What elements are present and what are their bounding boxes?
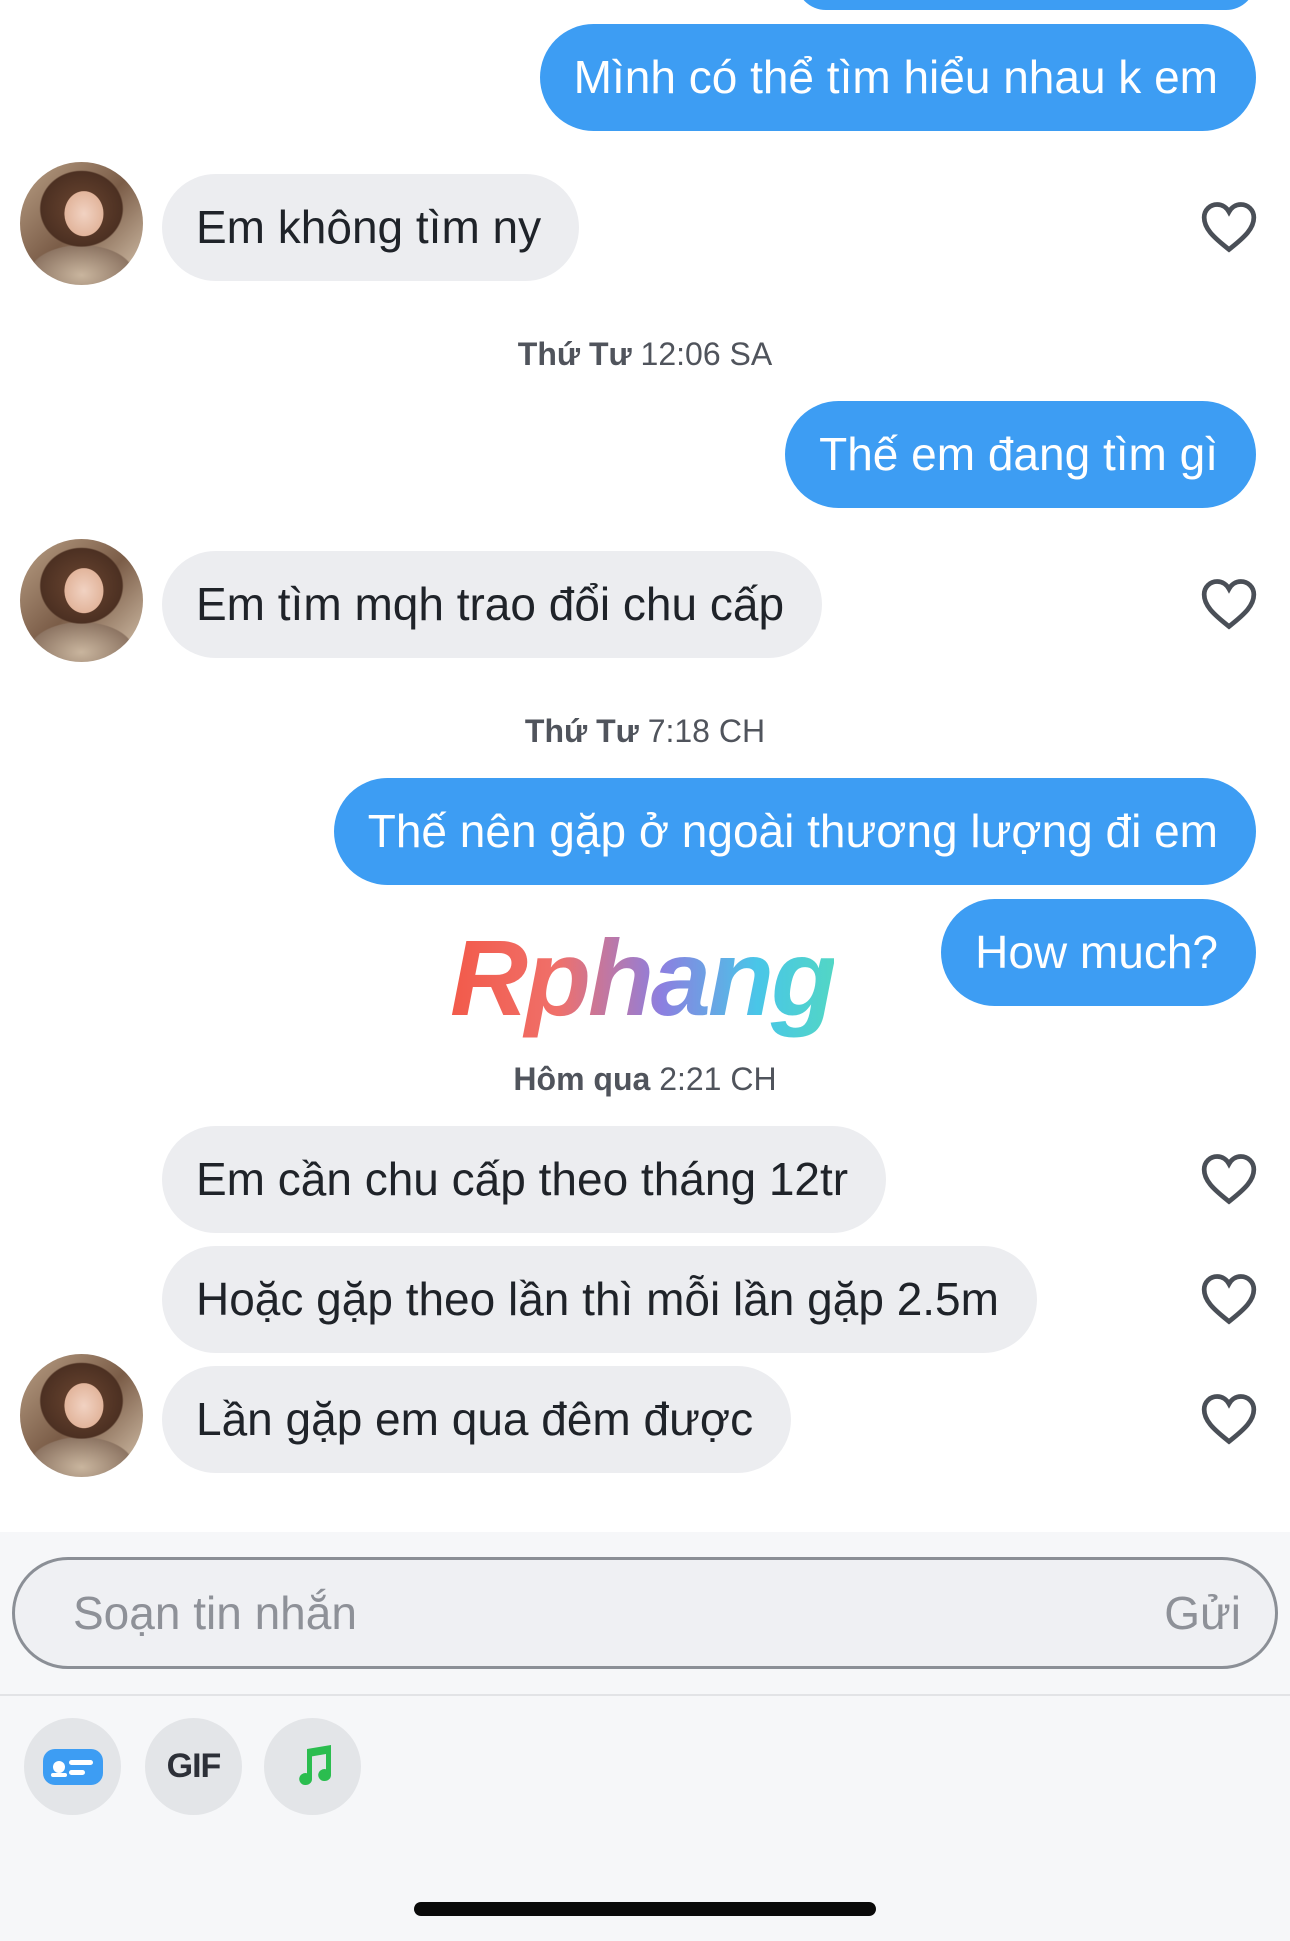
heart-icon[interactable] (1200, 1273, 1258, 1325)
received-message[interactable]: Em không tìm ny (162, 174, 580, 281)
sticker-card-button[interactable] (24, 1718, 121, 1815)
timestamp: Thứ Tư 12:06 SA (0, 336, 1290, 373)
message-text: Mình có thể tìm hiểu nhau k em (573, 51, 1218, 103)
timestamp: Hôm qua 2:21 CH (0, 1061, 1290, 1098)
sent-message[interactable]: Thế nên gặp ở ngoài thương lượng đi em (333, 778, 1256, 885)
sent-message[interactable]: Mình có thể tìm hiểu nhau k em (539, 24, 1256, 131)
avatar[interactable] (20, 162, 143, 285)
watermark-logo: Rphang (450, 917, 837, 1038)
avatar[interactable] (20, 1354, 143, 1477)
message-text: Lần gặp em qua đêm được (196, 1393, 754, 1445)
gif-button[interactable]: GIF (145, 1718, 242, 1815)
divider (0, 1694, 1290, 1696)
sent-message[interactable]: How much? (941, 899, 1256, 1006)
card-icon (42, 1748, 103, 1785)
received-message[interactable]: Lần gặp em qua đêm được (162, 1366, 792, 1473)
chat-screen: Mình có thể tìm hiểu nhau k em Em không … (0, 0, 1290, 1941)
message-text: Thế em đang tìm gì (819, 428, 1218, 480)
home-indicator (414, 1902, 876, 1916)
timestamp-day: Hôm qua (513, 1061, 651, 1097)
gif-label: GIF (166, 1747, 222, 1785)
timestamp-day: Thứ Tư (524, 713, 639, 749)
timestamp-time: 12:06 SA (640, 336, 773, 372)
received-message[interactable]: Hoặc gặp theo lần thì mỗi lần gặp 2.5m (162, 1246, 1037, 1353)
timestamp: Thứ Tư 7:18 CH (0, 713, 1290, 750)
message-text: How much? (975, 926, 1218, 978)
message-text: Hoặc gặp theo lần thì mỗi lần gặp 2.5m (196, 1273, 999, 1325)
sent-message[interactable]: Thế em đang tìm gì (785, 401, 1256, 508)
music-button[interactable] (264, 1718, 361, 1815)
heart-icon[interactable] (1200, 201, 1258, 253)
message-text: Em cần chu cấp theo tháng 12tr (196, 1153, 849, 1205)
timestamp-time: 2:21 CH (659, 1061, 777, 1097)
previous-sent-bubble-edge (796, 0, 1256, 10)
message-text: Em không tìm ny (196, 201, 542, 253)
received-message[interactable]: Em cần chu cấp theo tháng 12tr (162, 1126, 887, 1233)
music-note-icon (298, 1744, 331, 1785)
message-composer[interactable]: Soạn tin nhắn Gửi (12, 1557, 1278, 1669)
heart-icon[interactable] (1200, 1393, 1258, 1445)
timestamp-time: 7:18 CH (647, 713, 766, 749)
message-input[interactable]: Soạn tin nhắn (73, 1560, 357, 1666)
message-text: Em tìm mqh trao đổi chu cấp (196, 578, 785, 630)
avatar[interactable] (20, 539, 143, 662)
heart-icon[interactable] (1200, 1153, 1258, 1205)
received-message[interactable]: Em tìm mqh trao đổi chu cấp (162, 551, 823, 658)
timestamp-day: Thứ Tư (517, 336, 632, 372)
heart-icon[interactable] (1200, 578, 1258, 630)
message-text: Thế nên gặp ở ngoài thương lượng đi em (367, 805, 1218, 857)
send-button[interactable]: Gửi (1164, 1560, 1241, 1666)
